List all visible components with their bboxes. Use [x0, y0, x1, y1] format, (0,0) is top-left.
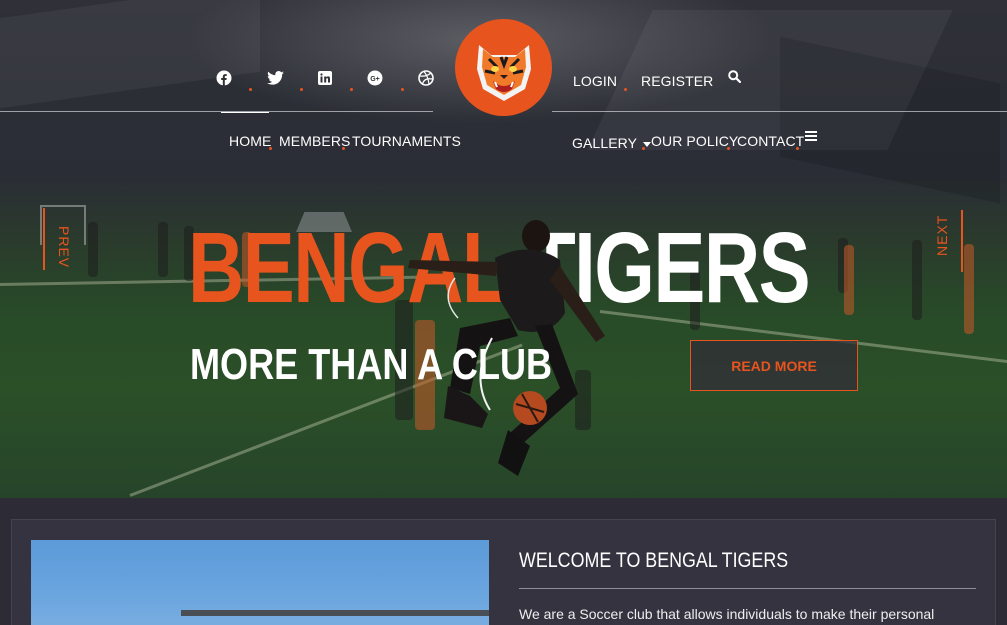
tiger-logo[interactable]	[455, 19, 552, 116]
next-indicator-bar	[961, 210, 963, 272]
prev-slide-button[interactable]: PREV	[56, 226, 72, 268]
login-link[interactable]: LOGIN	[573, 73, 617, 89]
register-link[interactable]: REGISTER	[641, 73, 713, 89]
welcome-divider	[519, 588, 976, 589]
facebook-icon[interactable]	[216, 70, 232, 86]
club-photo	[31, 540, 489, 625]
nav-item-gallery[interactable]: GALLERY	[572, 135, 652, 151]
header-divider-left	[0, 111, 433, 112]
welcome-text: We are a Soccer club that allows individ…	[519, 606, 935, 622]
hamburger-menu-icon[interactable]	[805, 131, 817, 141]
read-more-button[interactable]: READ MORE	[690, 340, 858, 391]
nav-active-indicator	[221, 112, 269, 113]
google-plus-icon[interactable]: G+	[367, 70, 383, 86]
nav-item-contact[interactable]: CONTACT	[737, 133, 804, 149]
prev-indicator-bar	[43, 208, 45, 270]
dribbble-icon[interactable]	[418, 70, 434, 86]
nav-item-our-policy[interactable]: OUR POLICY	[651, 133, 738, 149]
linkedin-icon[interactable]	[318, 71, 332, 85]
tiger-logo-icon	[476, 44, 531, 101]
header-divider-right	[552, 111, 1007, 112]
search-icon[interactable]	[728, 70, 741, 83]
twitter-icon[interactable]	[267, 71, 284, 85]
welcome-heading: WELCOME TO BENGAL TIGERS	[519, 549, 789, 572]
nav-item-tournaments[interactable]: TOURNAMENTS	[352, 133, 461, 149]
svg-text:G+: G+	[370, 76, 380, 83]
chevron-down-icon	[643, 141, 652, 147]
next-slide-button[interactable]: NEXT	[934, 215, 950, 256]
nav-item-members[interactable]: MEMBERS	[279, 133, 351, 149]
nav-item-gallery-label: GALLERY	[572, 135, 638, 151]
nav-item-home[interactable]: HOME	[229, 133, 271, 149]
hero-subtitle: MORE THAN A CLUB	[190, 340, 553, 389]
